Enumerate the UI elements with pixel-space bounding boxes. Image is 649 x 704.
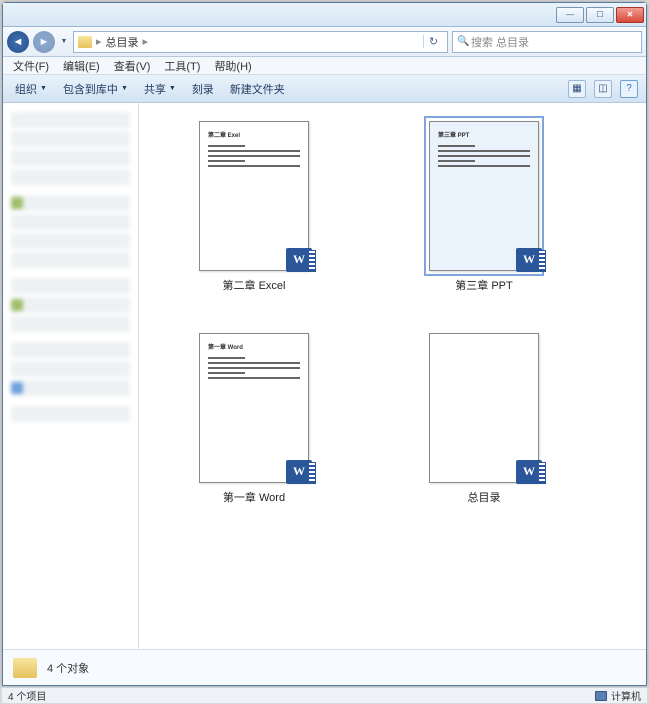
- body: 第二章 Exel 第二章 Excel 第三章 PPT 第三章 PPT: [3, 103, 646, 649]
- details-pane: 4 个对象: [3, 649, 646, 685]
- file-name: 第一章 Word: [223, 489, 285, 505]
- folder-icon: [78, 36, 92, 48]
- file-item-selected[interactable]: 第三章 PPT 第三章 PPT: [409, 121, 559, 293]
- close-button[interactable]: ✕: [616, 7, 644, 23]
- menu-tools[interactable]: 工具(T): [158, 57, 206, 75]
- chevron-down-icon: ▼: [40, 85, 47, 92]
- menu-file[interactable]: 文件(F): [7, 57, 55, 75]
- thumb-heading: 第二章 Exel: [208, 132, 300, 142]
- file-item[interactable]: 第一章 Word 第一章 Word: [179, 333, 329, 505]
- search-box[interactable]: 🔍 搜索 总目录: [452, 31, 642, 53]
- menu-bar: 文件(F) 编辑(E) 查看(V) 工具(T) 帮助(H): [3, 57, 646, 75]
- refresh-button[interactable]: ↻: [423, 35, 443, 48]
- file-item[interactable]: 第二章 Exel 第二章 Excel: [179, 121, 329, 293]
- breadcrumb-sep-end: ▸: [143, 35, 149, 48]
- cmd-organize-label: 组织: [15, 81, 37, 97]
- file-thumbnail: [429, 333, 539, 483]
- cmd-organize[interactable]: 组织▼: [11, 79, 51, 99]
- file-thumbnail: 第二章 Exel: [199, 121, 309, 271]
- cmd-include[interactable]: 包含到库中▼: [59, 79, 132, 99]
- word-icon: [286, 460, 312, 484]
- history-dropdown[interactable]: ▼: [59, 35, 69, 49]
- cmd-newfolder[interactable]: 新建文件夹: [226, 79, 289, 99]
- cmd-burn-label: 刻录: [192, 81, 214, 97]
- minimize-button[interactable]: —: [556, 7, 584, 23]
- computer-icon: [595, 691, 607, 701]
- thumb-heading: 第三章 PPT: [438, 132, 530, 142]
- file-thumbnail: 第三章 PPT: [429, 121, 539, 271]
- cmd-share[interactable]: 共享▼: [140, 79, 180, 99]
- breadcrumb-sep: ▸: [96, 35, 102, 48]
- file-name: 第三章 PPT: [455, 277, 512, 293]
- breadcrumb-folder[interactable]: 总目录: [106, 34, 139, 50]
- cmd-include-label: 包含到库中: [63, 81, 118, 97]
- cmd-newfolder-label: 新建文件夹: [230, 81, 285, 97]
- file-name: 第二章 Excel: [223, 277, 286, 293]
- status-item-count: 4 个项目: [8, 688, 46, 703]
- cmd-burn[interactable]: 刻录: [188, 79, 218, 99]
- thumb-heading: 第一章 Word: [208, 344, 300, 354]
- file-thumbnail: 第一章 Word: [199, 333, 309, 483]
- status-location: 计算机: [611, 688, 641, 703]
- folder-icon: [13, 658, 37, 678]
- search-icon: 🔍: [457, 36, 471, 47]
- cmd-share-label: 共享: [144, 81, 166, 97]
- chevron-down-icon: ▼: [121, 85, 128, 92]
- status-bar: 4 个项目 计算机: [2, 687, 647, 703]
- back-button[interactable]: ◄: [7, 31, 29, 53]
- address-bar[interactable]: ▸ 总目录 ▸ ↻: [73, 31, 448, 53]
- file-list[interactable]: 第二章 Exel 第二章 Excel 第三章 PPT 第三章 PPT: [139, 103, 646, 649]
- file-name: 总目录: [468, 489, 501, 505]
- menu-edit[interactable]: 编辑(E): [57, 57, 106, 75]
- navigation-pane[interactable]: [3, 103, 139, 649]
- title-bar: — ☐ ✕: [3, 3, 646, 27]
- chevron-down-icon: ▼: [169, 85, 176, 92]
- preview-pane-button[interactable]: ◫: [594, 80, 612, 98]
- nav-bar: ◄ ► ▼ ▸ 总目录 ▸ ↻ 🔍 搜索 总目录: [3, 27, 646, 57]
- file-item[interactable]: 总目录: [409, 333, 559, 505]
- view-options-button[interactable]: ▦: [568, 80, 586, 98]
- explorer-window: — ☐ ✕ ◄ ► ▼ ▸ 总目录 ▸ ↻ 🔍 搜索 总目录 文件(F) 编辑(…: [2, 2, 647, 686]
- word-icon: [286, 248, 312, 272]
- details-count: 4 个对象: [47, 660, 89, 676]
- forward-button[interactable]: ►: [33, 31, 55, 53]
- word-icon: [516, 248, 542, 272]
- help-button[interactable]: ?: [620, 80, 638, 98]
- menu-help[interactable]: 帮助(H): [208, 57, 257, 75]
- menu-view[interactable]: 查看(V): [108, 57, 157, 75]
- window-controls: — ☐ ✕: [556, 7, 644, 23]
- word-icon: [516, 460, 542, 484]
- maximize-button[interactable]: ☐: [586, 7, 614, 23]
- command-bar: 组织▼ 包含到库中▼ 共享▼ 刻录 新建文件夹 ▦ ◫ ?: [3, 75, 646, 103]
- search-placeholder: 搜索 总目录: [471, 34, 529, 50]
